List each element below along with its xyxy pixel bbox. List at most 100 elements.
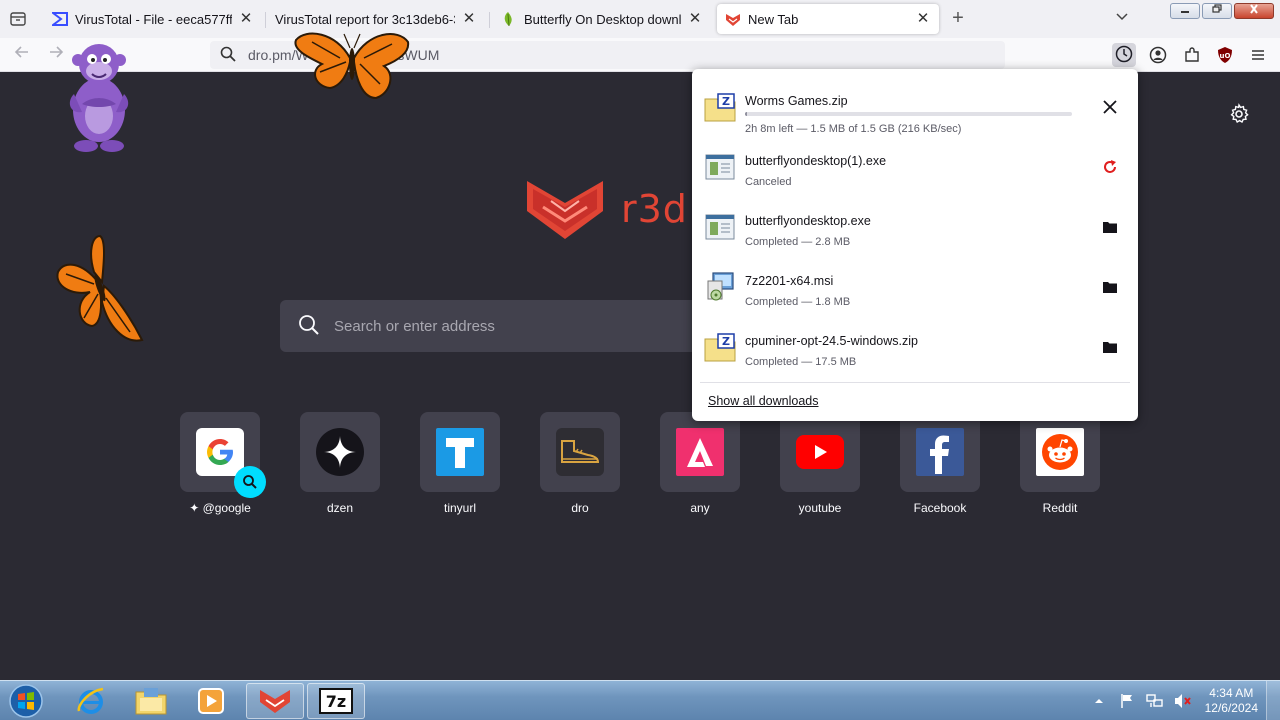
svg-text:Z: Z bbox=[722, 95, 730, 108]
file-explorer-icon[interactable] bbox=[122, 683, 180, 719]
dzen-star-icon bbox=[316, 428, 364, 476]
show-desktop-button[interactable] bbox=[1266, 681, 1280, 720]
downloads-panel: Z Worms Games.zip 2h 8m left — 1.5 MB of… bbox=[692, 69, 1138, 421]
tab-butterfly-download[interactable]: Butterfly On Desktop download ✕ bbox=[493, 4, 711, 34]
downloads-progress-icon bbox=[1115, 45, 1133, 66]
minimize-button[interactable] bbox=[1170, 3, 1200, 19]
window-controls bbox=[1170, 3, 1274, 19]
shortcut-tile-reddit[interactable]: Reddit bbox=[1020, 412, 1100, 515]
dro-shoe-icon bbox=[556, 428, 604, 476]
shortcut-tile-facebook[interactable]: Facebook bbox=[900, 412, 980, 515]
reddit-icon bbox=[1036, 428, 1084, 476]
tab-list-icon[interactable] bbox=[8, 9, 28, 29]
download-item[interactable]: butterflyondesktop(1).exe Canceled bbox=[692, 137, 1138, 197]
butterfly-icon[interactable] bbox=[52, 232, 148, 351]
zip-icon: Z bbox=[704, 331, 736, 363]
exe-icon bbox=[704, 211, 736, 243]
shortcut-tile-dzen[interactable]: dzen bbox=[300, 412, 380, 515]
r3d-fox-logo-icon bbox=[527, 181, 603, 239]
r3d-browser-icon[interactable] bbox=[246, 683, 304, 719]
folder-icon[interactable] bbox=[1098, 215, 1122, 239]
search-icon bbox=[234, 466, 266, 498]
bonzi-buddy-gorilla-icon[interactable] bbox=[58, 38, 140, 157]
tab-title: Butterfly On Desktop download bbox=[524, 11, 681, 27]
download-item[interactable]: Z Worms Games.zip 2h 8m left — 1.5 MB of… bbox=[692, 77, 1138, 137]
shortcut-tile-tinyurl[interactable]: tinyurl bbox=[420, 412, 500, 515]
tab-title: VirusTotal report for 3c13deb6-372 bbox=[275, 11, 455, 27]
brand-name: r3d bbox=[621, 187, 688, 231]
taskbar: 7z 4:34 AM 12/6/2024 bbox=[0, 680, 1280, 720]
download-status: Canceled bbox=[745, 176, 792, 188]
clock[interactable]: 4:34 AM 12/6/2024 bbox=[1205, 686, 1258, 716]
close-window-button[interactable] bbox=[1234, 3, 1274, 19]
tab-virustotal-file[interactable]: VirusTotal - File - eeca577ff0b3 ✕ bbox=[44, 4, 262, 34]
menu-hamburger-icon[interactable] bbox=[1246, 43, 1270, 67]
network-icon[interactable] bbox=[1145, 692, 1164, 710]
restore-button[interactable] bbox=[1202, 3, 1232, 19]
tab-strip: VirusTotal - File - eeca577ff0b3 ✕ Virus… bbox=[0, 0, 1280, 38]
folder-icon[interactable] bbox=[1098, 335, 1122, 359]
extensions-puzzle-icon[interactable] bbox=[1180, 43, 1204, 67]
ublock-origin-icon[interactable]: uO bbox=[1213, 43, 1237, 67]
svg-text:Z: Z bbox=[722, 335, 730, 348]
tinyurl-icon bbox=[436, 428, 484, 476]
shortcut-tile-dro[interactable]: dro bbox=[540, 412, 620, 515]
search-icon bbox=[298, 314, 320, 339]
download-progress-bar bbox=[745, 112, 1072, 116]
download-status: 2h 8m left — 1.5 MB of 1.5 GB (216 KB/se… bbox=[745, 123, 962, 135]
gear-icon[interactable] bbox=[1228, 103, 1250, 125]
download-item[interactable]: 7z2201-x64.msi Completed — 1.8 MB bbox=[692, 257, 1138, 317]
back-arrow-icon[interactable] bbox=[10, 44, 34, 66]
shortcut-label: dzen bbox=[326, 501, 354, 515]
volume-muted-icon[interactable] bbox=[1174, 692, 1192, 710]
7zip-label: 7z bbox=[319, 688, 353, 714]
clock-date: 12/6/2024 bbox=[1204, 701, 1258, 715]
cancel-icon[interactable] bbox=[1098, 95, 1122, 119]
shortcut-tile-youtube[interactable]: youtube bbox=[780, 412, 860, 515]
media-player-icon[interactable] bbox=[182, 683, 240, 719]
start-button[interactable] bbox=[6, 683, 46, 719]
download-progress-fill bbox=[745, 112, 747, 116]
download-status: Completed — 2.8 MB bbox=[745, 236, 851, 248]
shortcut-label: tinyurl bbox=[443, 501, 476, 515]
close-icon[interactable]: ✕ bbox=[687, 11, 703, 27]
butterfly-icon[interactable] bbox=[292, 28, 412, 107]
pin-sparkle-icon: ✦ bbox=[189, 501, 203, 515]
download-filename: butterflyondesktop.exe bbox=[745, 214, 871, 228]
search-icon bbox=[220, 46, 236, 65]
folder-icon[interactable] bbox=[1098, 275, 1122, 299]
new-tab-button[interactable]: + bbox=[948, 8, 968, 29]
download-filename: Worms Games.zip bbox=[745, 94, 848, 108]
download-item[interactable]: Z cpuminer-opt-24.5-windows.zip Complete… bbox=[692, 317, 1138, 377]
download-status: Completed — 17.5 MB bbox=[745, 356, 857, 368]
retry-icon[interactable] bbox=[1098, 155, 1122, 179]
shortcut-label: Reddit bbox=[1042, 501, 1078, 515]
google-icon bbox=[196, 428, 244, 476]
svg-text:uO: uO bbox=[1220, 52, 1231, 60]
download-filename: 7z2201-x64.msi bbox=[745, 274, 834, 288]
close-icon[interactable]: ✕ bbox=[461, 11, 477, 27]
youtube-icon bbox=[796, 428, 844, 476]
tab-title: New Tab bbox=[748, 11, 799, 27]
7zip-icon[interactable]: 7z bbox=[307, 683, 365, 719]
internet-explorer-icon[interactable] bbox=[62, 683, 120, 719]
download-filename: cpuminer-opt-24.5-windows.zip bbox=[745, 334, 918, 348]
butterfly-leaf-icon bbox=[501, 11, 517, 27]
show-hidden-icons-icon[interactable] bbox=[1090, 692, 1108, 710]
account-icon[interactable] bbox=[1146, 43, 1170, 67]
action-center-flag-icon[interactable] bbox=[1118, 692, 1136, 710]
shortcut-tile-any[interactable]: any bbox=[660, 412, 740, 515]
download-item[interactable]: butterflyondesktop.exe Completed — 2.8 M… bbox=[692, 197, 1138, 257]
tab-new-tab[interactable]: New Tab ✕ bbox=[717, 4, 939, 34]
download-status: Completed — 1.8 MB bbox=[745, 296, 851, 308]
close-icon[interactable]: ✕ bbox=[238, 11, 254, 27]
any-icon bbox=[676, 428, 724, 476]
shortcut-label: Facebook bbox=[913, 501, 967, 515]
tab-divider bbox=[489, 12, 490, 28]
show-all-downloads-link[interactable]: Show all downloads bbox=[708, 394, 819, 408]
downloads-button[interactable] bbox=[1112, 43, 1136, 67]
close-icon[interactable]: ✕ bbox=[915, 11, 931, 27]
shortcut-tile-google[interactable]: ✦ @google bbox=[180, 412, 266, 515]
chevron-down-icon[interactable] bbox=[1112, 9, 1132, 29]
zip-icon: Z bbox=[704, 91, 736, 123]
